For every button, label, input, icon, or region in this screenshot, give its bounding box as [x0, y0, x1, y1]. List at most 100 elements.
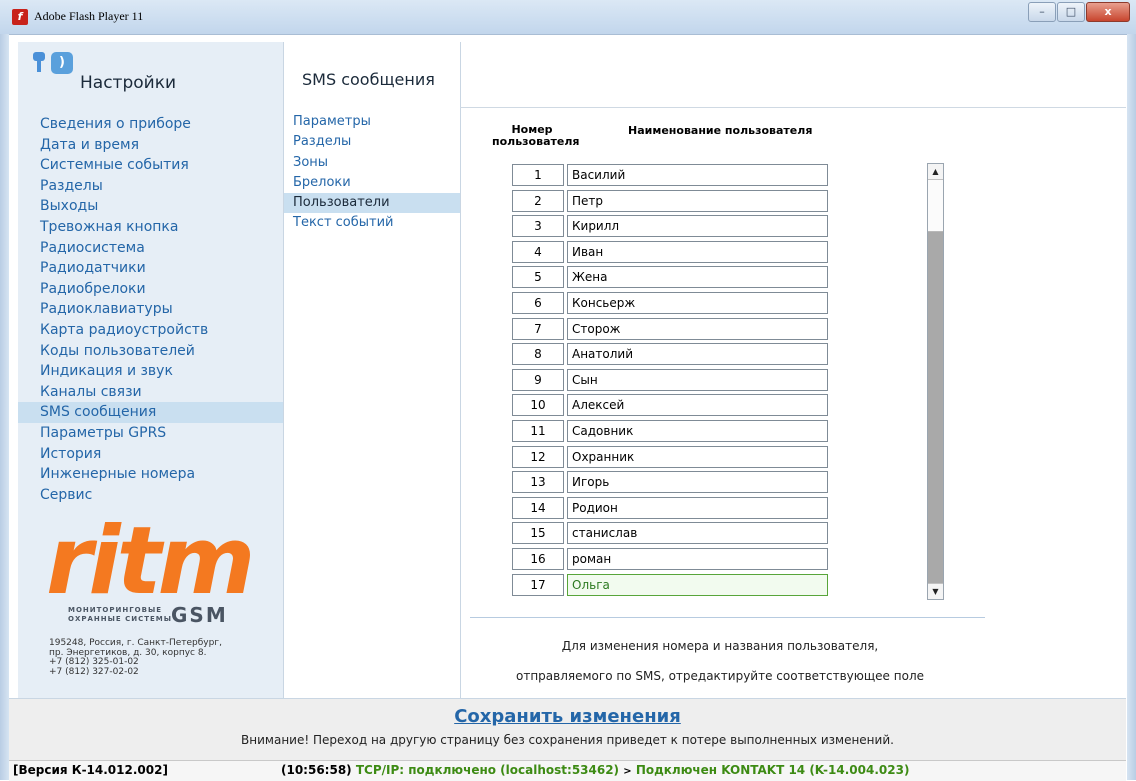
footer-bar: Сохранить изменения Внимание! Переход на… — [9, 698, 1126, 761]
window-frame-right — [1127, 34, 1136, 780]
sidebar-item[interactable]: Индикация и звук — [18, 361, 283, 382]
sidebar-item[interactable]: Дата и время — [18, 135, 283, 156]
minimize-button[interactable]: – — [1028, 2, 1056, 22]
connection-status: (10:56:58) TCP/IP: подключено (localhost… — [281, 763, 909, 777]
submenu-nav: Параметры Разделы Зоны Брелоки Пользователи Т… — [284, 112, 460, 234]
user-name-field[interactable]: Алексей — [567, 394, 828, 417]
user-number-field[interactable]: 11 — [512, 420, 564, 442]
content-divider — [470, 617, 985, 618]
rss-icon[interactable]: ) — [51, 52, 73, 74]
column-header-number: Номер пользователя — [492, 123, 580, 148]
sidebar-title: Настройки — [80, 73, 177, 93]
sidebar-item[interactable]: Радиодатчики — [18, 258, 283, 279]
user-name-field[interactable]: Родион — [567, 496, 828, 519]
user-number-field[interactable]: 7 — [512, 317, 564, 340]
save-changes-link[interactable]: Сохранить изменения — [9, 706, 1126, 727]
user-number-field[interactable]: 10 — [512, 394, 564, 417]
window-controls: – □ x — [1027, 2, 1130, 22]
sidebar-item[interactable]: Карта радиоустройств — [18, 320, 283, 341]
sidebar-item[interactable]: Радиобрелоки — [18, 279, 283, 300]
users-panel: Номер пользователя Наименование пользова… — [460, 42, 1126, 698]
user-number-field[interactable]: 5 — [512, 266, 564, 289]
user-number-field[interactable]: 1 — [512, 164, 564, 186]
section-submenu: SMS сообщения Параметры Разделы Зоны Брелок… — [283, 42, 461, 698]
user-name-field[interactable]: Иван — [567, 240, 828, 263]
logo-wordmark: ritm — [46, 507, 255, 616]
user-name-field[interactable]: Игорь — [567, 471, 828, 494]
user-number-field[interactable]: 16 — [512, 548, 564, 570]
user-name-field[interactable]: Ольга — [567, 573, 828, 596]
user-name-field[interactable]: Петр — [567, 189, 828, 212]
window-titlebar: f Adobe Flash Player 11 – □ x — [0, 0, 1136, 35]
user-name-field[interactable]: Консьерж — [567, 292, 828, 314]
version-label: [Версия К-14.012.002] — [13, 763, 168, 777]
users-scrollbar[interactable]: ▲ ▼ — [927, 163, 944, 600]
submenu-item[interactable]: Параметры — [284, 112, 460, 132]
sidebar-item[interactable]: Тревожная кнопка — [18, 217, 283, 238]
user-number-field[interactable]: 17 — [512, 573, 564, 596]
logo-subtitle: МОНИТОРИНГОВЫЕ ОХРАННЫЕ СИСТЕМЫ — [68, 606, 172, 624]
submenu-item[interactable]: Зоны — [284, 153, 460, 173]
sidebar-item[interactable]: SMS сообщения — [18, 402, 283, 423]
user-number-field[interactable]: 3 — [512, 215, 564, 238]
sidebar-item[interactable]: Инженерные номера — [18, 464, 283, 485]
submenu-title: SMS сообщения — [302, 70, 435, 89]
sidebar-item[interactable]: Разделы — [18, 176, 283, 197]
sidebar-item[interactable]: Выходы — [18, 196, 283, 217]
scroll-track[interactable] — [928, 232, 943, 583]
user-name-field[interactable]: Сторож — [567, 317, 828, 340]
content-divider-top — [460, 107, 1126, 108]
maximize-button[interactable]: □ — [1057, 2, 1085, 22]
submenu-item[interactable]: Текст событий — [284, 213, 460, 233]
sidebar-item[interactable]: Сервис — [18, 485, 283, 506]
user-number-field[interactable]: 6 — [512, 292, 564, 314]
user-name-field[interactable]: Охранник — [567, 445, 828, 468]
user-number-field[interactable]: 13 — [512, 471, 564, 494]
device-status: Подключен KONTAKT 14 (K-14.004.023) — [635, 763, 910, 777]
sidebar-item[interactable]: Радиосистема — [18, 238, 283, 259]
sidebar-item[interactable]: История — [18, 444, 283, 465]
company-address: 195248, Россия, г. Санкт-Петербург, пр. … — [49, 638, 222, 677]
ritm-logo: ritm МОНИТОРИНГОВЫЕ ОХРАННЫЕ СИСТЕМЫ GSM — [46, 507, 276, 628]
status-time: (10:56:58) — [281, 763, 352, 777]
sidebar-item[interactable]: Каналы связи — [18, 382, 283, 403]
scroll-down-icon[interactable]: ▼ — [928, 583, 943, 599]
user-name-field[interactable]: Садовник — [567, 420, 828, 442]
user-number-field[interactable]: 2 — [512, 189, 564, 212]
sidebar-item[interactable]: Радиоклавиатуры — [18, 299, 283, 320]
sidebar-item[interactable]: Системные события — [18, 155, 283, 176]
hint-line-1: Для изменения номера и названия пользова… — [561, 639, 879, 653]
user-number-field[interactable]: 4 — [512, 240, 564, 263]
sidebar-nav: Сведения о приборе Дата и время Системные … — [18, 114, 283, 505]
user-name-field[interactable]: Кирилл — [567, 215, 828, 238]
user-name-field[interactable]: Василий — [567, 164, 828, 186]
window-title: Adobe Flash Player 11 — [34, 9, 144, 23]
scroll-thumb[interactable] — [928, 180, 943, 232]
submenu-item[interactable]: Разделы — [284, 132, 460, 152]
submenu-item[interactable]: Брелоки — [284, 173, 460, 193]
window-frame-left — [0, 34, 9, 780]
sidebar-top-icons: ) — [33, 52, 73, 74]
antenna-icon[interactable] — [33, 52, 45, 72]
flash-player-icon: f — [12, 9, 28, 25]
user-number-field[interactable]: 12 — [512, 445, 564, 468]
user-number-field[interactable]: 9 — [512, 368, 564, 391]
user-name-field[interactable]: Сын — [567, 368, 828, 391]
logo-gsm: GSM — [171, 603, 228, 627]
user-number-field[interactable]: 15 — [512, 522, 564, 545]
sidebar-item[interactable]: Коды пользователей — [18, 341, 283, 362]
close-button[interactable]: x — [1086, 2, 1130, 22]
scroll-up-icon[interactable]: ▲ — [928, 164, 943, 180]
sidebar-item[interactable]: Сведения о приборе — [18, 114, 283, 135]
user-number-field[interactable]: 14 — [512, 496, 564, 519]
tcp-status: TCP/IP: подключено (localhost:53462) — [355, 763, 620, 777]
user-name-field[interactable]: роман — [567, 548, 828, 570]
status-bar: [Версия К-14.012.002] (10:56:58) TCP/IP:… — [9, 760, 1126, 781]
unsaved-warning: Внимание! Переход на другую страницу без… — [241, 733, 894, 747]
user-name-field[interactable]: станислав — [567, 522, 828, 545]
user-name-field[interactable]: Жена — [567, 266, 828, 289]
sidebar-item[interactable]: Параметры GPRS — [18, 423, 283, 444]
user-number-field[interactable]: 8 — [512, 343, 564, 366]
submenu-item[interactable]: Пользователи — [284, 193, 460, 214]
user-name-field[interactable]: Анатолий — [567, 343, 828, 366]
